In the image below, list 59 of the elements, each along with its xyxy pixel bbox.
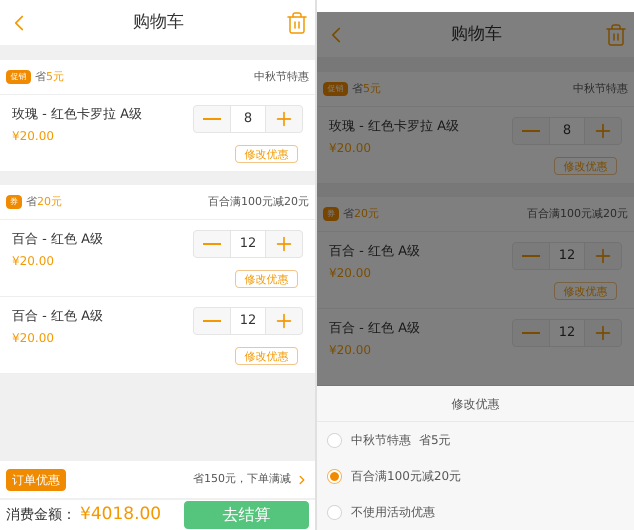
minus-icon [203,320,221,322]
quantity-field[interactable]: 8 [549,118,585,144]
promo-tag: 券 [323,207,339,221]
order-discount-text: 省150元，下单满减 [193,471,291,488]
edit-discount-button[interactable]: 修改优惠 [235,145,298,163]
product-price: ¥20.00 [12,330,55,346]
total-amount: ¥4018.00 [80,503,162,526]
radio-button[interactable] [327,468,342,484]
product-price: ¥20.00 [329,140,372,156]
promotion-name: 百合满100元减20元 [208,194,309,210]
saving-amount: 20元 [37,194,62,210]
sheet-title: 修改优惠 [452,396,500,412]
product-name: 百合 - 红色 A级 [12,308,103,326]
promo-tag: 促销 [6,70,31,84]
option-label[interactable]: 百合满100元减20元 [351,467,462,485]
trash-icon[interactable] [285,10,309,34]
order-discount-tag: 订单优惠 [6,468,66,490]
saving-label: 省 [35,68,46,85]
saving-label: 省 [26,194,37,210]
minus-icon [522,130,540,132]
quantity-field[interactable]: 8 [230,106,266,132]
minus-icon [203,118,221,120]
product-name: 百合 - 红色 A级 [329,243,420,261]
saving-label: 省 [343,206,354,222]
product-price: ¥20.00 [12,252,55,270]
promo-tag: 促销 [323,82,348,96]
option-note: 省5元 [419,432,451,449]
minus-icon [522,255,540,257]
saving-amount: 5元 [363,80,381,97]
radio-button[interactable] [327,504,342,520]
quantity-field[interactable]: 12 [230,231,266,257]
product-name: 玫瑰 - 红色卡罗拉 A级 [12,106,142,124]
promo-tag: 券 [6,195,22,209]
minus-icon [522,332,540,334]
radio-button[interactable] [327,432,342,448]
quantity-field[interactable]: 12 [549,243,585,269]
product-name: 玫瑰 - 红色卡罗拉 A级 [329,118,459,136]
option-label[interactable]: 中秋节特惠 [351,431,411,449]
quantity-field[interactable]: 12 [549,320,585,346]
promotion-name: 中秋节特惠 [573,80,628,97]
page-title: 购物车 [133,10,184,34]
page-title: 购物车 [451,22,502,46]
edit-discount-button[interactable]: 修改优惠 [235,270,298,288]
total-label: 消费金额： [6,506,76,526]
saving-label: 省 [352,80,363,97]
saving-amount: 20元 [354,206,379,222]
quantity-field[interactable]: 12 [230,308,266,334]
product-price: ¥20.00 [12,128,55,144]
promotion-name: 百合满100元减20元 [527,206,628,222]
product-name: 百合 - 红色 A级 [12,231,103,249]
minus-icon [203,243,221,245]
option-label[interactable]: 不使用活动优惠 [351,503,435,521]
product-price: ¥20.00 [329,264,372,282]
product-name: 百合 - 红色 A级 [329,320,420,338]
saving-amount: 5元 [46,68,64,85]
edit-discount-button[interactable]: 修改优惠 [235,347,298,365]
promotion-name: 中秋节特惠 [254,68,309,85]
trash-icon[interactable] [604,22,628,46]
product-price: ¥20.00 [329,342,372,358]
